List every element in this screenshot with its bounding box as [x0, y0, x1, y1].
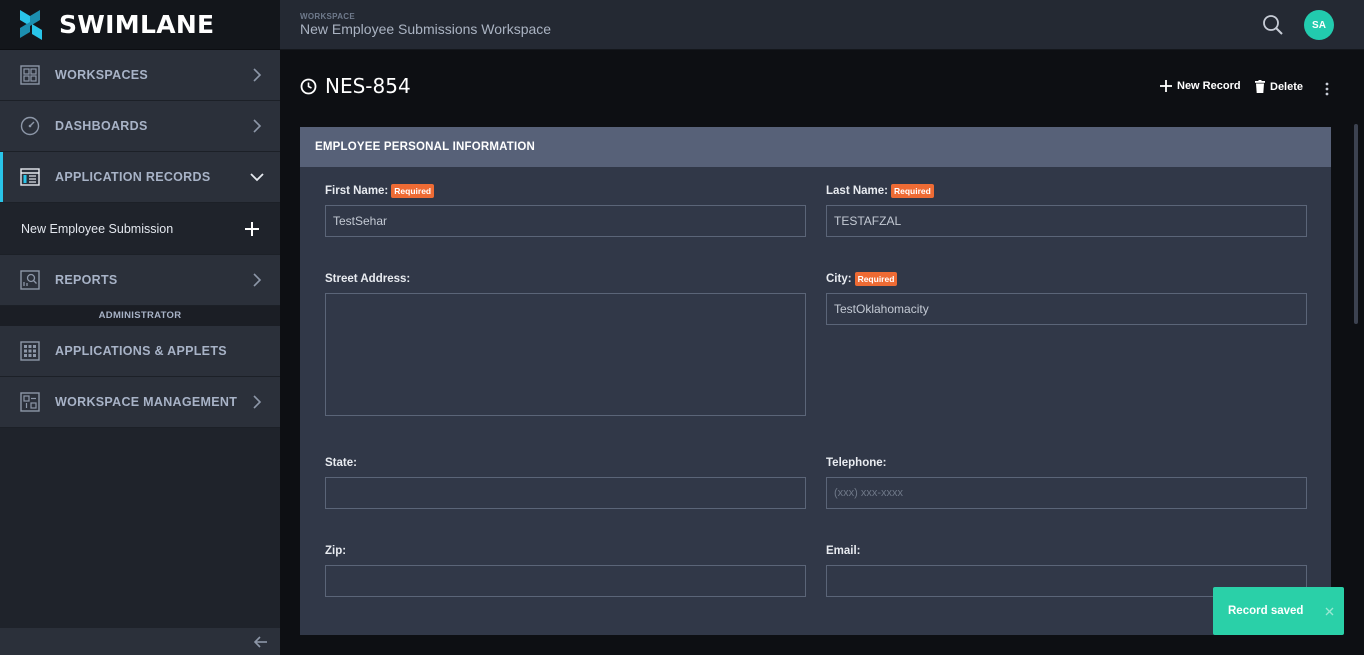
- chevron-right-icon: [248, 117, 266, 135]
- first-name-input[interactable]: TestSehar: [325, 205, 806, 237]
- workspaces-icon: [19, 64, 41, 86]
- search-icon[interactable]: [1262, 14, 1284, 36]
- zip-input[interactable]: [325, 565, 806, 597]
- sidebar-subitem-new-employee-submission[interactable]: New Employee Submission: [0, 203, 280, 255]
- swimlane-logo-icon: [20, 9, 42, 40]
- new-record-label: New Record: [1177, 80, 1241, 92]
- delete-label: Delete: [1270, 80, 1304, 93]
- sidebar-item-label: APPLICATION RECORDS: [55, 170, 211, 184]
- admin-section-header: ADMINISTRATOR: [0, 306, 280, 326]
- state-input[interactable]: [325, 477, 806, 509]
- required-badge: Required: [891, 184, 934, 198]
- sidebar-item-label: WORKSPACE MANAGEMENT: [55, 395, 238, 409]
- top-header: WORKSPACE New Employee Submissions Works…: [280, 0, 1364, 50]
- sidebar-item-label: WORKSPACES: [55, 68, 149, 82]
- sidebar-item-label: DASHBOARDS: [55, 119, 148, 133]
- reports-icon: [19, 269, 41, 291]
- city-input[interactable]: TestOklahomacity: [826, 293, 1307, 325]
- brand[interactable]: SWIMLANE: [0, 0, 280, 50]
- workspace-label: WORKSPACE: [300, 12, 355, 21]
- required-badge: Required: [854, 272, 898, 286]
- street-address-label: Street Address:: [325, 273, 411, 285]
- chevron-right-icon: [248, 66, 266, 84]
- telephone-input[interactable]: (xxx) xxx-xxxx: [826, 477, 1307, 509]
- street-address-textarea[interactable]: [325, 293, 806, 416]
- avatar[interactable]: SA: [1304, 10, 1334, 40]
- toast-notification: Record saved: [1213, 587, 1344, 635]
- state-label: State:: [325, 457, 357, 469]
- main-scrollbar[interactable]: [1354, 124, 1358, 324]
- plus-icon[interactable]: [244, 221, 260, 237]
- chevron-right-icon: [248, 393, 266, 411]
- sidebar-item-workspaces[interactable]: WORKSPACES: [0, 50, 280, 101]
- zip-label: Zip:: [325, 545, 347, 557]
- sidebar-item-label: REPORTS: [55, 273, 118, 287]
- section-title: EMPLOYEE PERSONAL INFORMATION: [300, 127, 1331, 167]
- plus-icon: [1160, 80, 1172, 92]
- state-field-group: State:: [325, 455, 806, 509]
- telephone-label: Telephone:: [826, 457, 887, 469]
- clock-icon: [300, 78, 317, 95]
- sidebar-subitem-label: New Employee Submission: [21, 221, 174, 236]
- telephone-field-group: Telephone: (xxx) xxx-xxxx: [826, 455, 1307, 509]
- workspace-name[interactable]: New Employee Submissions Workspace: [300, 21, 551, 37]
- applications-grid-icon: [19, 340, 41, 362]
- last-name-field-group: Last Name: Required TESTAFZAL: [826, 183, 1307, 237]
- toast-message: Record saved: [1228, 605, 1304, 617]
- sidebar-footer: [0, 628, 280, 655]
- first-name-label: First Name:: [325, 185, 389, 197]
- city-field-group: City: Required TestOklahomacity: [826, 271, 1307, 325]
- close-icon[interactable]: [1318, 600, 1340, 622]
- required-badge: Required: [391, 184, 435, 198]
- sidebar: SWIMLANE WORKSPACES DASHBOARDS APPLICATI…: [0, 0, 280, 655]
- chevron-right-icon: [248, 271, 266, 289]
- trash-icon: [1255, 80, 1265, 93]
- chevron-down-icon: [248, 168, 266, 186]
- form-panel: EMPLOYEE PERSONAL INFORMATION First Name…: [300, 127, 1331, 635]
- delete-button[interactable]: Delete: [1255, 80, 1303, 93]
- brand-name: SWIMLANE: [59, 10, 215, 39]
- record-id: NES-854: [325, 74, 411, 98]
- street-address-field-group: Street Address:: [325, 271, 806, 416]
- email-label: Email:: [826, 545, 861, 557]
- application-records-icon: [19, 166, 41, 188]
- sidebar-item-applications-applets[interactable]: APPLICATIONS & APPLETS: [0, 326, 280, 377]
- sidebar-item-label: APPLICATIONS & APPLETS: [55, 344, 227, 358]
- more-vertical-icon[interactable]: [1322, 81, 1332, 97]
- sidebar-item-application-records[interactable]: APPLICATION RECORDS: [0, 152, 280, 203]
- first-name-field-group: First Name: Required TestSehar: [325, 183, 806, 237]
- zip-field-group: Zip:: [325, 543, 806, 597]
- new-record-button[interactable]: New Record: [1160, 80, 1241, 92]
- workspace-management-icon: [19, 391, 41, 413]
- sidebar-item-dashboards[interactable]: DASHBOARDS: [0, 101, 280, 152]
- city-label: City:: [826, 273, 852, 285]
- collapse-arrow-left-icon[interactable]: [252, 633, 270, 651]
- sidebar-item-reports[interactable]: REPORTS: [0, 255, 280, 306]
- sidebar-item-workspace-management[interactable]: WORKSPACE MANAGEMENT: [0, 377, 280, 428]
- last-name-label: Last Name:: [826, 185, 888, 197]
- dashboard-gauge-icon: [19, 115, 41, 137]
- last-name-input[interactable]: TESTAFZAL: [826, 205, 1307, 237]
- record-header: NES-854: [300, 74, 411, 98]
